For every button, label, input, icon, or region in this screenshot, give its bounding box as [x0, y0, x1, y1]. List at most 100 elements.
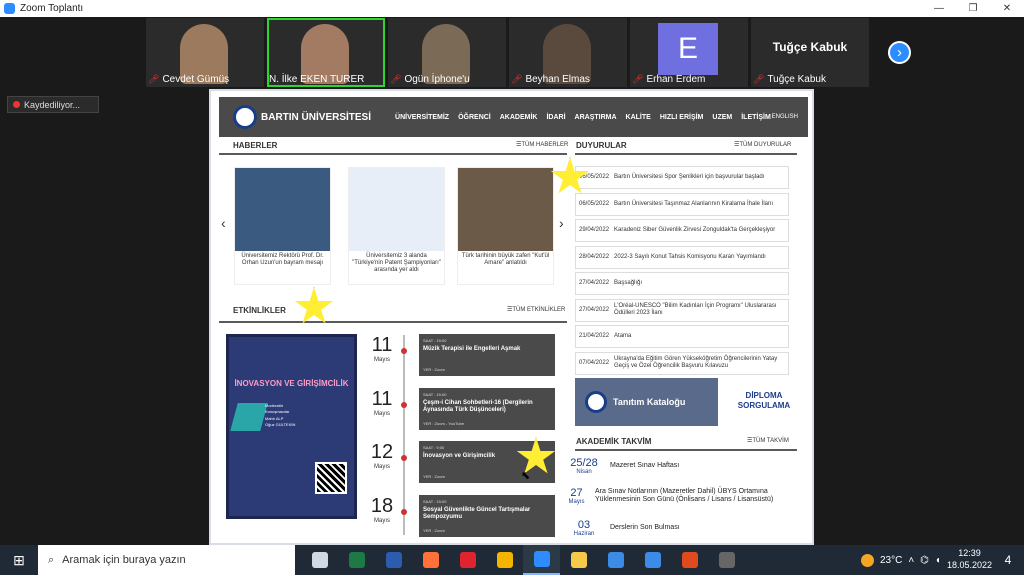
calendar-day: 25/28: [570, 457, 598, 469]
participant-tile[interactable]: Tuğçe Kabuk 🎤︎ Tuğçe Kabuk: [751, 18, 869, 87]
all-announcements-link[interactable]: ☰TÜM DUYURULAR: [734, 141, 791, 148]
news-image: [349, 168, 444, 251]
chrome-taskbar-button[interactable]: [486, 545, 523, 575]
english-link[interactable]: ENGLISH: [772, 114, 798, 120]
office-taskbar-button[interactable]: [671, 545, 708, 575]
calendar-row[interactable]: 03 Haziran Derslerin Son Bulması: [566, 519, 801, 537]
participant-tile[interactable]: 🎤︎ Beyhan Elmas: [509, 18, 627, 87]
opera-taskbar-button[interactable]: [449, 545, 486, 575]
muted-mic-icon: 🎤︎: [632, 74, 644, 84]
all-calendar-link[interactable]: ☰TÜM TAKVİM: [747, 437, 789, 444]
excel-taskbar-button[interactable]: [338, 545, 375, 575]
news-next-icon[interactable]: ›: [559, 215, 564, 231]
muted-mic-icon: 🎤︎: [148, 74, 160, 84]
event-day: 11: [371, 334, 393, 356]
nav-item[interactable]: ARAŞTIRMA: [575, 114, 617, 121]
tray-chevron-icon[interactable]: ˄: [908, 555, 914, 566]
nav-item[interactable]: İDARİ: [546, 114, 565, 121]
muted-mic-icon: 🎤︎: [753, 74, 765, 84]
weather-temp[interactable]: 23°C: [880, 555, 902, 566]
event-title: Çeşm-i Cihan Sohbetleri-16 (Dergilerin A…: [423, 399, 533, 413]
maximize-button[interactable]: ❐: [956, 3, 990, 14]
recording-label: Kaydediliyor...: [24, 99, 81, 110]
event-day: 12: [370, 441, 394, 463]
announcement-date: 21/04/2022: [579, 333, 610, 340]
nav-item[interactable]: ÖĞRENCİ: [458, 114, 491, 121]
firefox-icon: [422, 552, 439, 568]
minimize-button[interactable]: —: [922, 3, 956, 14]
volume-icon[interactable]: ◖: [935, 555, 941, 566]
network-icon[interactable]: ⌬: [920, 555, 929, 566]
news-image: [458, 168, 553, 251]
news-prev-icon[interactable]: ‹: [221, 215, 226, 231]
all-events-link[interactable]: ☰TÜM ETKİNLİKLER: [507, 306, 565, 313]
announcement-text: 2022-3 Sayılı Konut Tahsis Komisyonu Kar…: [614, 253, 766, 260]
announcement-row[interactable]: 27/04/2022 Başsağlığı: [575, 272, 789, 295]
announcement-text: L'Oréal-UNESCO "Bilim Kadınları İçin Pro…: [614, 303, 777, 316]
zoom-taskbar-button[interactable]: [523, 545, 560, 575]
calendar-row[interactable]: 25/28 Nisan Mazeret Sınav Haftası: [566, 457, 801, 475]
window-title: Zoom Toplantı: [20, 3, 84, 14]
excel-icon: [348, 552, 365, 568]
word-taskbar-button[interactable]: [375, 545, 412, 575]
calendar-day: 27: [570, 487, 583, 499]
event-date: 11 Mayıs: [369, 334, 395, 363]
event-card[interactable]: SAAT : 15:00 Sosyal Güvenlikte Güncel Tar…: [419, 494, 555, 537]
weather-icon: [860, 553, 874, 567]
news-card[interactable]: Üniversitemiz 3 alanda "Türkiye'nin Pate…: [348, 167, 445, 285]
catalog-banner[interactable]: Tanıtım Kataloğu: [575, 378, 718, 426]
event-card[interactable]: SAAT : 15:00 Çeşm-i Cihan Sohbetleri-16 (…: [419, 387, 555, 430]
taskbar-search[interactable]: ⌕ Aramak için buraya yazın: [38, 545, 295, 575]
poster-title: İNOVASYON VE GİRİŞİMCİLİK: [234, 379, 349, 388]
participant-name-label: Cevdet Gümüş: [162, 74, 230, 85]
taskbar: ⊞ ⌕ Aramak için buraya yazın 23°C ˄ ⌬ ◖ …: [0, 545, 1024, 575]
nav-item[interactable]: KALİTE: [626, 114, 651, 121]
news-card[interactable]: Türk tarihinin büyük zaferi "Kut'ül Amar…: [457, 167, 554, 285]
event-card[interactable]: SAAT : 15:00 Müzik Terapisi ile Engelleri…: [419, 334, 555, 376]
windows-start-icon[interactable]: ⊞: [0, 545, 38, 575]
university-logo[interactable]: BARTIN ÜNİVERSİTESİ: [233, 105, 371, 129]
participant-tile[interactable]: E 🎤︎ Erhan Erdem: [630, 18, 748, 87]
all-news-link[interactable]: ☰TÜM HABERLER: [516, 141, 568, 148]
event-date: 11 Mayıs: [369, 388, 395, 417]
participant-tile[interactable]: 🎤︎ Ogün İphone'u: [388, 18, 506, 87]
announcement-text: Karadeniz Siber Güvenlik Zirvesi Zonguld…: [614, 227, 776, 234]
recording-indicator[interactable]: Kaydediliyor...: [7, 96, 99, 113]
opera-icon: [459, 552, 476, 568]
participant-tile[interactable]: N. İlke EKEN TURER: [267, 18, 385, 87]
task-view-taskbar-button[interactable]: [301, 545, 338, 575]
nav-item[interactable]: İLETİŞİM: [741, 114, 771, 121]
next-page-icon[interactable]: ›: [888, 41, 911, 64]
participant-tile[interactable]: 🎤︎ Cevdet Gümüş: [146, 18, 264, 87]
announcement-row[interactable]: 28/04/2022 2022-3 Sayılı Konut Tahsis Kom…: [575, 245, 789, 269]
announcement-row[interactable]: 06/05/2022 Bartın Üniversitesi Taşınmaz A…: [575, 192, 789, 216]
file-explorer-taskbar-button[interactable]: [560, 545, 597, 575]
diploma-query-link[interactable]: DİPLOMA SORGULAMA: [729, 391, 799, 412]
announcement-row[interactable]: 06/05/2022 Bartın Üniversitesi Spor Şenli…: [575, 166, 789, 189]
firefox-taskbar-button[interactable]: [412, 545, 449, 575]
announcement-row[interactable]: 27/04/2022 L'Oréal-UNESCO "Bilim Kadınlar…: [575, 298, 789, 322]
store-taskbar-button[interactable]: [597, 545, 634, 575]
event-poster[interactable]: İNOVASYON VE GİRİŞİMCİLİK Moderatör Konu…: [226, 334, 357, 519]
notification-count: 4: [1004, 553, 1012, 567]
calendar-row[interactable]: 27 Mayıs Ara Sınav Notlarının (Mazeretler …: [566, 487, 801, 505]
participant-name-label: Beyhan Elmas: [525, 74, 590, 85]
news-card[interactable]: Üniversitemiz Rektörü Prof. Dr. Orhan Uz…: [234, 167, 331, 285]
calculator-taskbar-button[interactable]: [708, 545, 745, 575]
clock[interactable]: 12:39 18.05.2022: [947, 548, 992, 571]
nav-item[interactable]: ÜNİVERSİTEMİZ: [395, 114, 449, 121]
news-caption: Üniversitemiz 3 alanda "Türkiye'nin Pate…: [352, 253, 441, 274]
mail-taskbar-button[interactable]: [634, 545, 671, 575]
notifications-icon[interactable]: 4: [998, 553, 1018, 567]
announcement-row[interactable]: 29/04/2022 Karadeniz Siber Güvenlik Zirve…: [575, 219, 789, 242]
announcement-row[interactable]: 07/04/2022 Ukrayna'da Eğitim Gören Yüksek…: [575, 351, 789, 375]
nav-item[interactable]: AKADEMİK: [500, 114, 538, 121]
clock-time: 12:39: [958, 548, 981, 559]
close-button[interactable]: ✕: [990, 3, 1024, 14]
logo-emblem-icon: [233, 105, 257, 129]
task-view-icon: [311, 552, 328, 568]
announcement-row[interactable]: 21/04/2022 Atama: [575, 325, 789, 348]
event-month: Mayıs: [373, 410, 390, 417]
nav-item[interactable]: UZEM: [712, 114, 732, 121]
nav-item[interactable]: HIZLI ERİŞİM: [660, 114, 704, 121]
